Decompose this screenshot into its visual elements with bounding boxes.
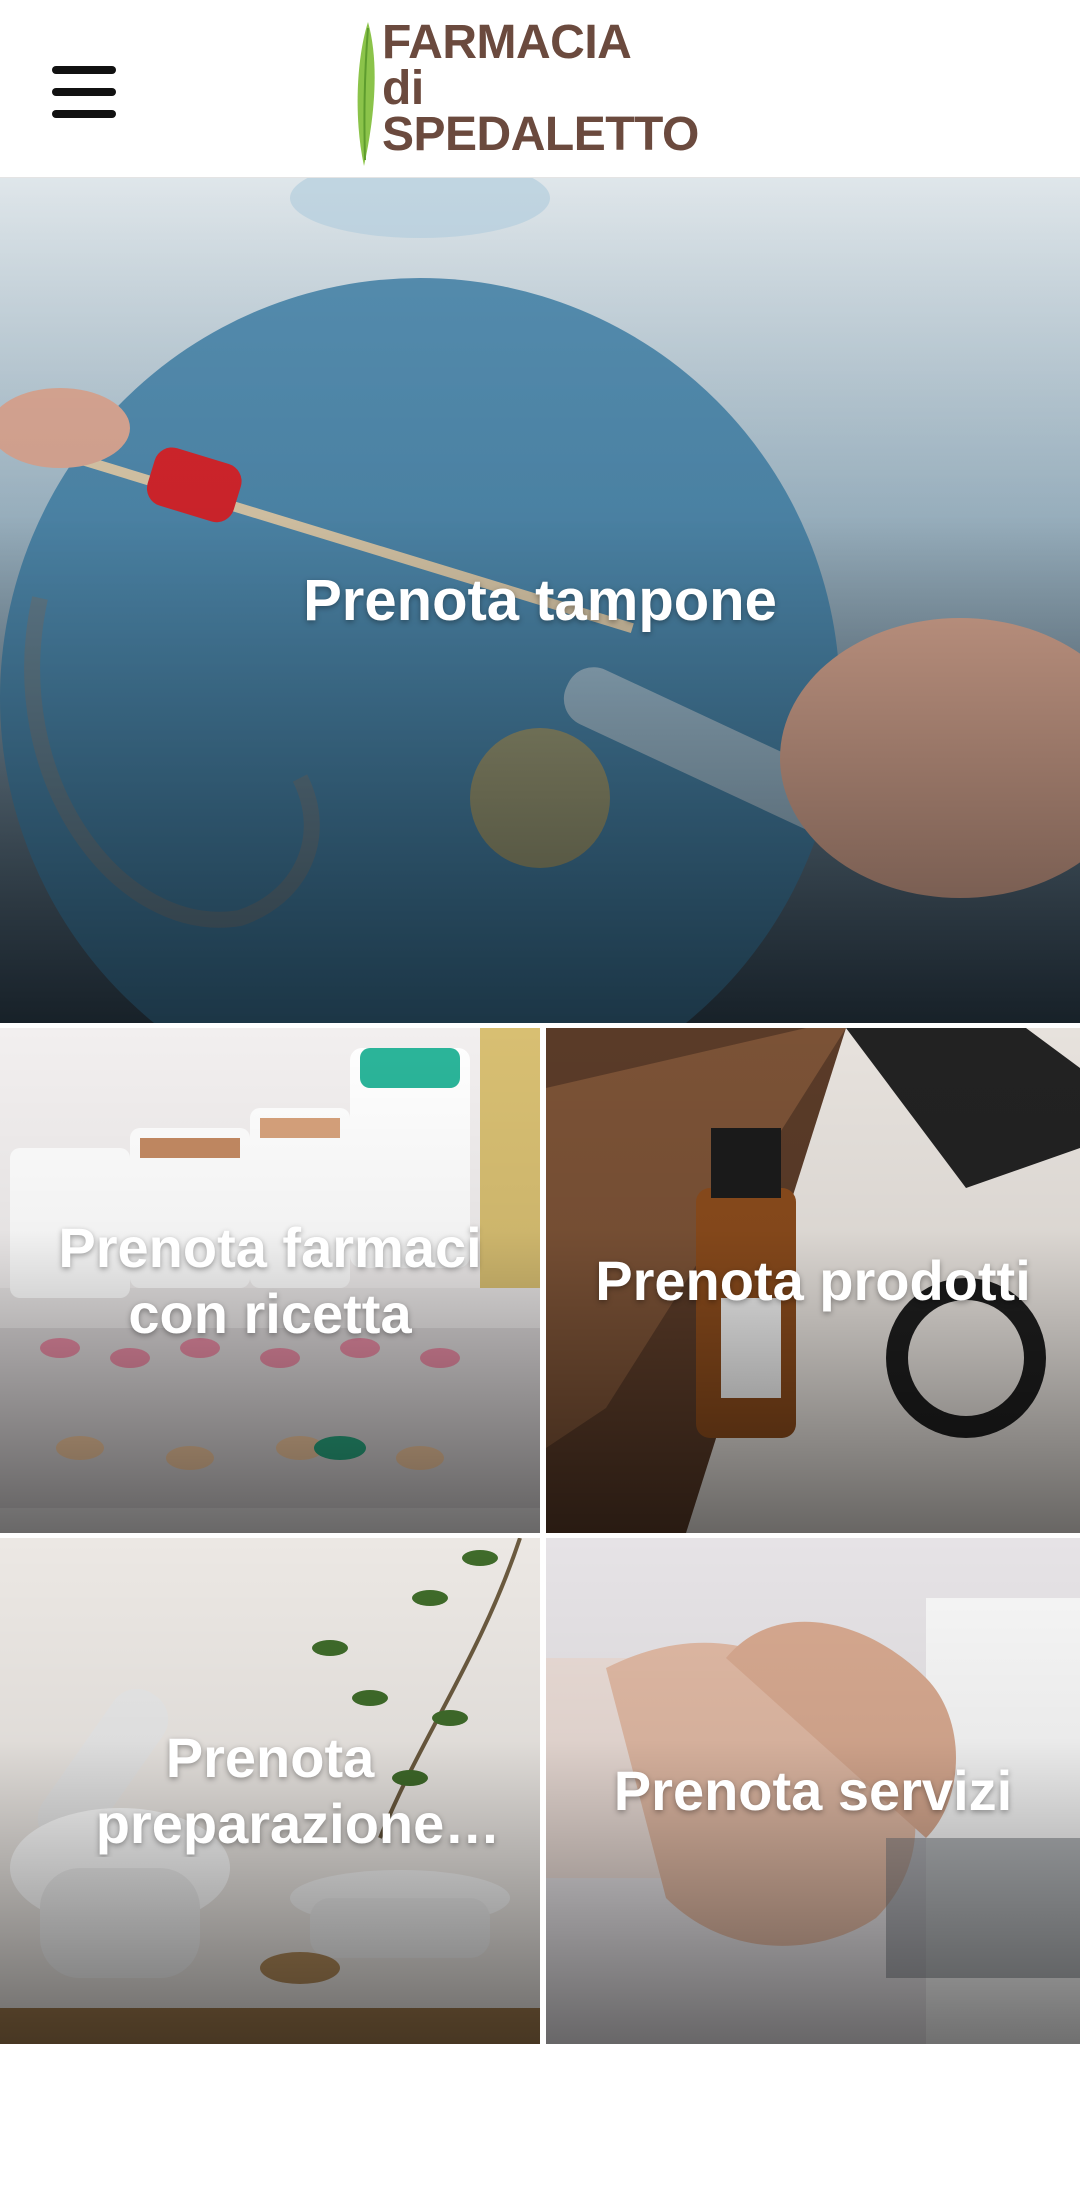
- pharmacy-logo[interactable]: FARMACIA di SPEDALETTO: [352, 16, 732, 170]
- logo-line-3: SPEDALETTO: [382, 108, 699, 161]
- tile-prenota-prodotti[interactable]: Prenota prodotti: [546, 1028, 1080, 1533]
- app-header: FARMACIA di SPEDALETTO: [0, 0, 1080, 178]
- logo-text: FARMACIA di SPEDALETTO: [382, 16, 699, 161]
- leaf-icon: [357, 22, 375, 166]
- tile-label: Prenota farmaci con ricetta: [58, 1215, 482, 1345]
- tile-label: Prenota servizi: [613, 1759, 1013, 1822]
- hamburger-menu-icon[interactable]: [44, 62, 124, 124]
- tile-label-text: Prenota preparazione galenica: [95, 1726, 445, 1855]
- logo-line-2: di: [382, 62, 424, 115]
- tile-prenota-preparazione[interactable]: Prenota preparazione galenica: [0, 1538, 540, 2044]
- tile-prenota-tampone[interactable]: Prenota tampone: [0, 178, 1080, 1023]
- tile-prenota-servizi[interactable]: Prenota servizi: [546, 1538, 1080, 2044]
- tile-label: Prenota preparazione galenica: [0, 1725, 540, 1857]
- tile-label: Prenota tampone: [303, 567, 777, 633]
- tile-label: Prenota prodotti: [595, 1248, 1031, 1312]
- logo-line-1: FARMACIA: [382, 16, 632, 69]
- tile-prenota-farmaci[interactable]: Prenota farmaci con ricetta: [0, 1028, 540, 1533]
